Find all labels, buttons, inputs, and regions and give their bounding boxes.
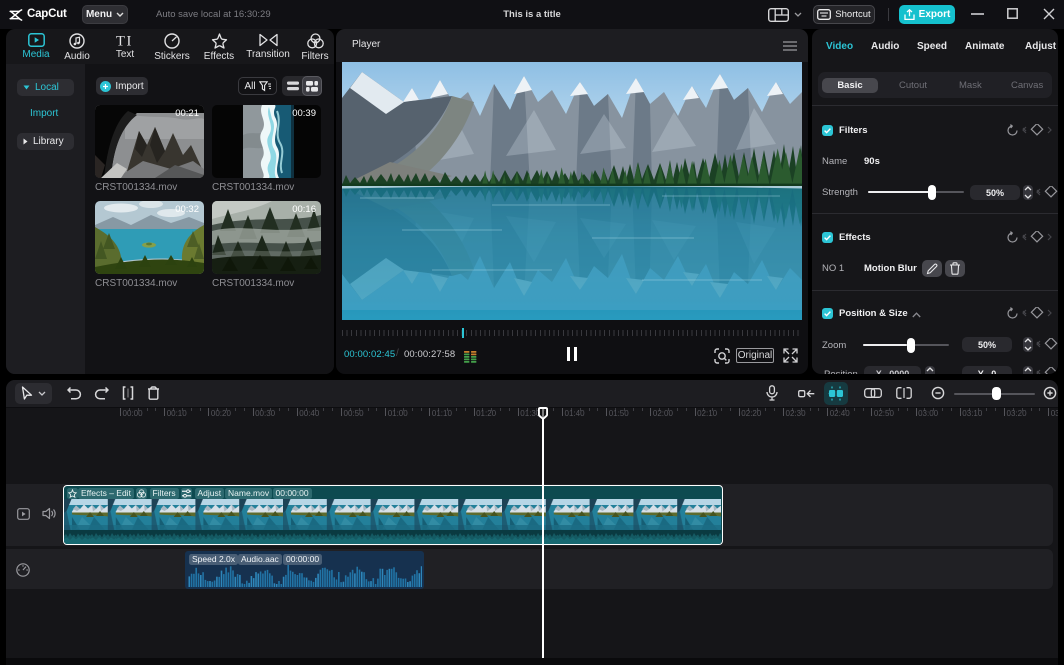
svg-text:I: I bbox=[127, 34, 132, 48]
svg-text:T: T bbox=[116, 34, 125, 48]
